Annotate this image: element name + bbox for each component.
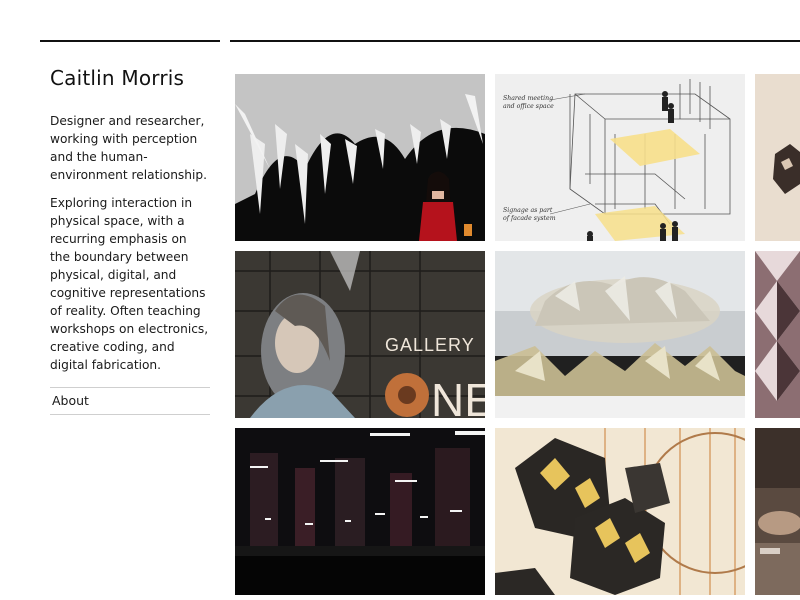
intro-paragraph-2: Exploring interaction in physical space,… [50,196,209,372]
project-image-workshop [755,428,800,595]
diagram-caption-2: and office space [503,103,554,110]
project-tile-9[interactable] [755,428,800,595]
gallery-sign-word: GALLERY [385,335,475,355]
project-tile-7[interactable] [235,428,485,595]
project-image-resin-shards [495,251,745,418]
project-tile-3[interactable] [755,74,800,241]
project-image-folded-pattern [755,251,800,418]
project-image-axonometric-diagram: Shared meeting and office space Signage … [495,74,745,241]
project-image-lattice-sculpture [755,74,800,241]
project-image-hexagonal-lamp [495,428,745,595]
project-tile-4[interactable]: GALLERY NE [235,251,485,418]
project-tile-5[interactable] [495,251,745,418]
diagram-caption-3: Signage as part [503,207,553,214]
top-rule-left [40,40,220,42]
nav-about-link[interactable]: About [50,388,210,414]
sidebar: Caitlin Morris Designer and researcher, … [50,66,210,415]
gallery-sign-big: NE [431,374,485,418]
project-tile-1[interactable] [235,74,485,241]
sidebar-nav: About [50,387,210,415]
project-image-crystal-installation [235,74,485,241]
project-image-gallery-one: GALLERY NE [235,251,485,418]
top-rule-right [230,40,800,42]
diagram-caption-1: Shared meeting [503,95,553,102]
project-image-dark-stage [235,428,485,595]
project-tile-6[interactable] [755,251,800,418]
diagram-caption-4: of facade system [503,215,556,222]
project-tile-8[interactable] [495,428,745,595]
site-title[interactable]: Caitlin Morris [50,66,210,90]
project-tile-2[interactable]: Shared meeting and office space Signage … [495,74,745,241]
intro-paragraph-1: Designer and researcher, working with pe… [50,114,208,182]
